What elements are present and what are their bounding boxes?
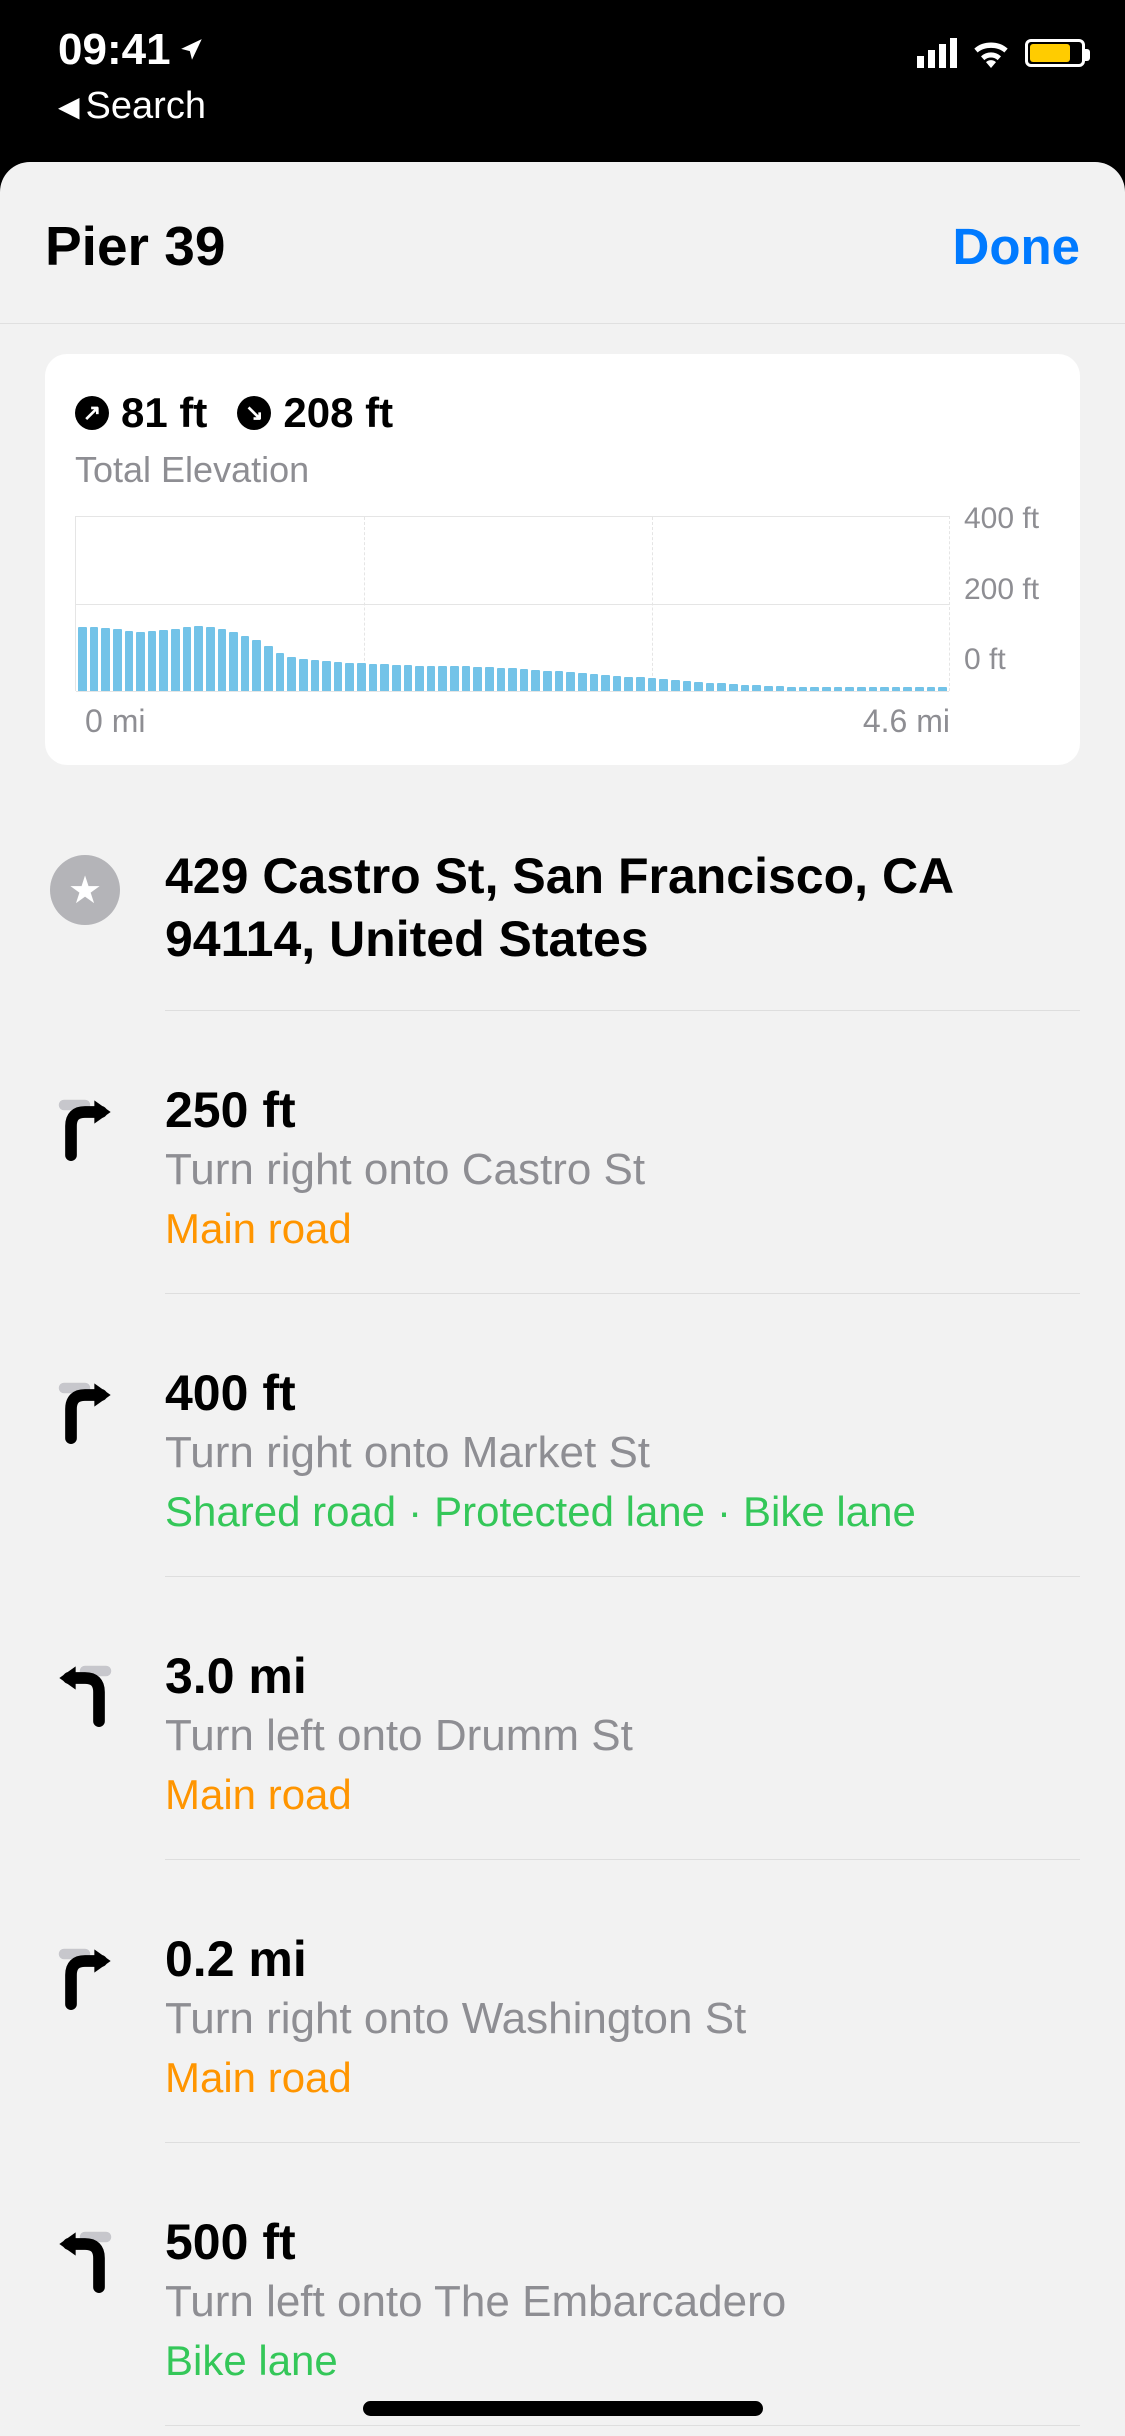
- right-turn-icon: [45, 1081, 125, 1294]
- step-instruction: Turn right onto Market St: [165, 1428, 1080, 1478]
- star-icon: ★: [50, 855, 120, 925]
- chevron-left-icon: ◀: [58, 90, 80, 123]
- arrow-down-icon: ↘: [237, 396, 271, 430]
- direction-step[interactable]: 250 ft Turn right onto Castro St Main road: [0, 1051, 1125, 1334]
- direction-step[interactable]: 500 ft Turn left onto The Embarcadero Bike…: [0, 2183, 1125, 2436]
- direction-step[interactable]: 0.2 mi Turn right onto Washington St Main …: [0, 1900, 1125, 2183]
- step-tags: Shared road·Protected lane·Bike lane: [165, 1488, 1080, 1536]
- directions-sheet: Pier 39 Done ↗ 81 ft ↘ 208 ft Total Elev…: [0, 162, 1125, 2436]
- step-instruction: Turn left onto The Embarcadero: [165, 2277, 1080, 2327]
- step-distance: 0.2 mi: [165, 1930, 1080, 1988]
- start-row[interactable]: ★ 429 Castro St, San Francisco, CA 94114…: [0, 815, 1125, 1051]
- step-tags: Bike lane: [165, 2337, 1080, 2385]
- step-tags: Main road: [165, 1205, 1080, 1253]
- y-tick: 400 ft: [964, 502, 1050, 536]
- step-instruction: Turn left onto Drumm St: [165, 1711, 1080, 1761]
- step-tags: Main road: [165, 1771, 1080, 1819]
- elevation-gain-value: 81 ft: [121, 389, 207, 437]
- back-label: Search: [86, 85, 206, 128]
- step-instruction: Turn right onto Castro St: [165, 1145, 1080, 1195]
- done-button[interactable]: Done: [953, 217, 1081, 276]
- step-instruction: Turn right onto Washington St: [165, 1994, 1080, 2044]
- step-distance: 500 ft: [165, 2213, 1080, 2271]
- cellular-signal-icon: [917, 38, 957, 68]
- home-indicator: [363, 2401, 763, 2416]
- step-distance: 3.0 mi: [165, 1647, 1080, 1705]
- wifi-icon: [971, 38, 1011, 68]
- elevation-subtitle: Total Elevation: [75, 449, 1050, 491]
- road-tag: Main road: [165, 1205, 352, 1253]
- battery-icon: [1025, 39, 1085, 67]
- start-address: 429 Castro St, San Francisco, CA 94114, …: [165, 845, 1080, 970]
- right-turn-icon: [45, 1930, 125, 2143]
- road-tag: Bike lane: [165, 2337, 338, 2385]
- direction-step[interactable]: 400 ft Turn right onto Market St Shared ro…: [0, 1334, 1125, 1617]
- status-time: 09:41: [58, 25, 206, 75]
- road-tag: Main road: [165, 2054, 352, 2102]
- sheet-header: Pier 39 Done: [0, 162, 1125, 324]
- destination-title: Pier 39: [45, 214, 225, 278]
- y-tick: 200 ft: [964, 573, 1050, 607]
- chart-x-axis: 0 mi 4.6 mi: [75, 691, 1050, 740]
- chart-y-axis: 400 ft 200 ft 0 ft: [950, 502, 1050, 677]
- road-tag: Protected lane: [434, 1488, 705, 1536]
- x-tick: 4.6 mi: [863, 703, 950, 740]
- road-tag: Bike lane: [743, 1488, 916, 1536]
- left-turn-icon: [45, 2213, 125, 2426]
- step-distance: 400 ft: [165, 1364, 1080, 1422]
- y-tick: 0 ft: [964, 643, 1050, 677]
- x-tick: 0 mi: [85, 703, 145, 740]
- location-arrow-icon: [179, 37, 205, 63]
- elevation-loss: ↘ 208 ft: [237, 389, 393, 437]
- elevation-chart: [75, 516, 950, 691]
- elevation-card: ↗ 81 ft ↘ 208 ft Total Elevation 400 ft …: [45, 354, 1080, 765]
- road-tag: Shared road: [165, 1488, 396, 1536]
- left-turn-icon: [45, 1647, 125, 1860]
- directions-list[interactable]: ★ 429 Castro St, San Francisco, CA 94114…: [0, 815, 1125, 2436]
- back-to-search-button[interactable]: ◀ Search: [58, 85, 206, 128]
- arrow-up-icon: ↗: [75, 396, 109, 430]
- status-time-text: 09:41: [58, 25, 171, 75]
- direction-step[interactable]: 3.0 mi Turn left onto Drumm St Main road: [0, 1617, 1125, 1900]
- elevation-gain: ↗ 81 ft: [75, 389, 207, 437]
- step-tags: Main road: [165, 2054, 1080, 2102]
- road-tag: Main road: [165, 1771, 352, 1819]
- step-distance: 250 ft: [165, 1081, 1080, 1139]
- status-bar: 09:41 ◀ Search: [0, 0, 1125, 132]
- elevation-loss-value: 208 ft: [283, 389, 393, 437]
- right-turn-icon: [45, 1364, 125, 1577]
